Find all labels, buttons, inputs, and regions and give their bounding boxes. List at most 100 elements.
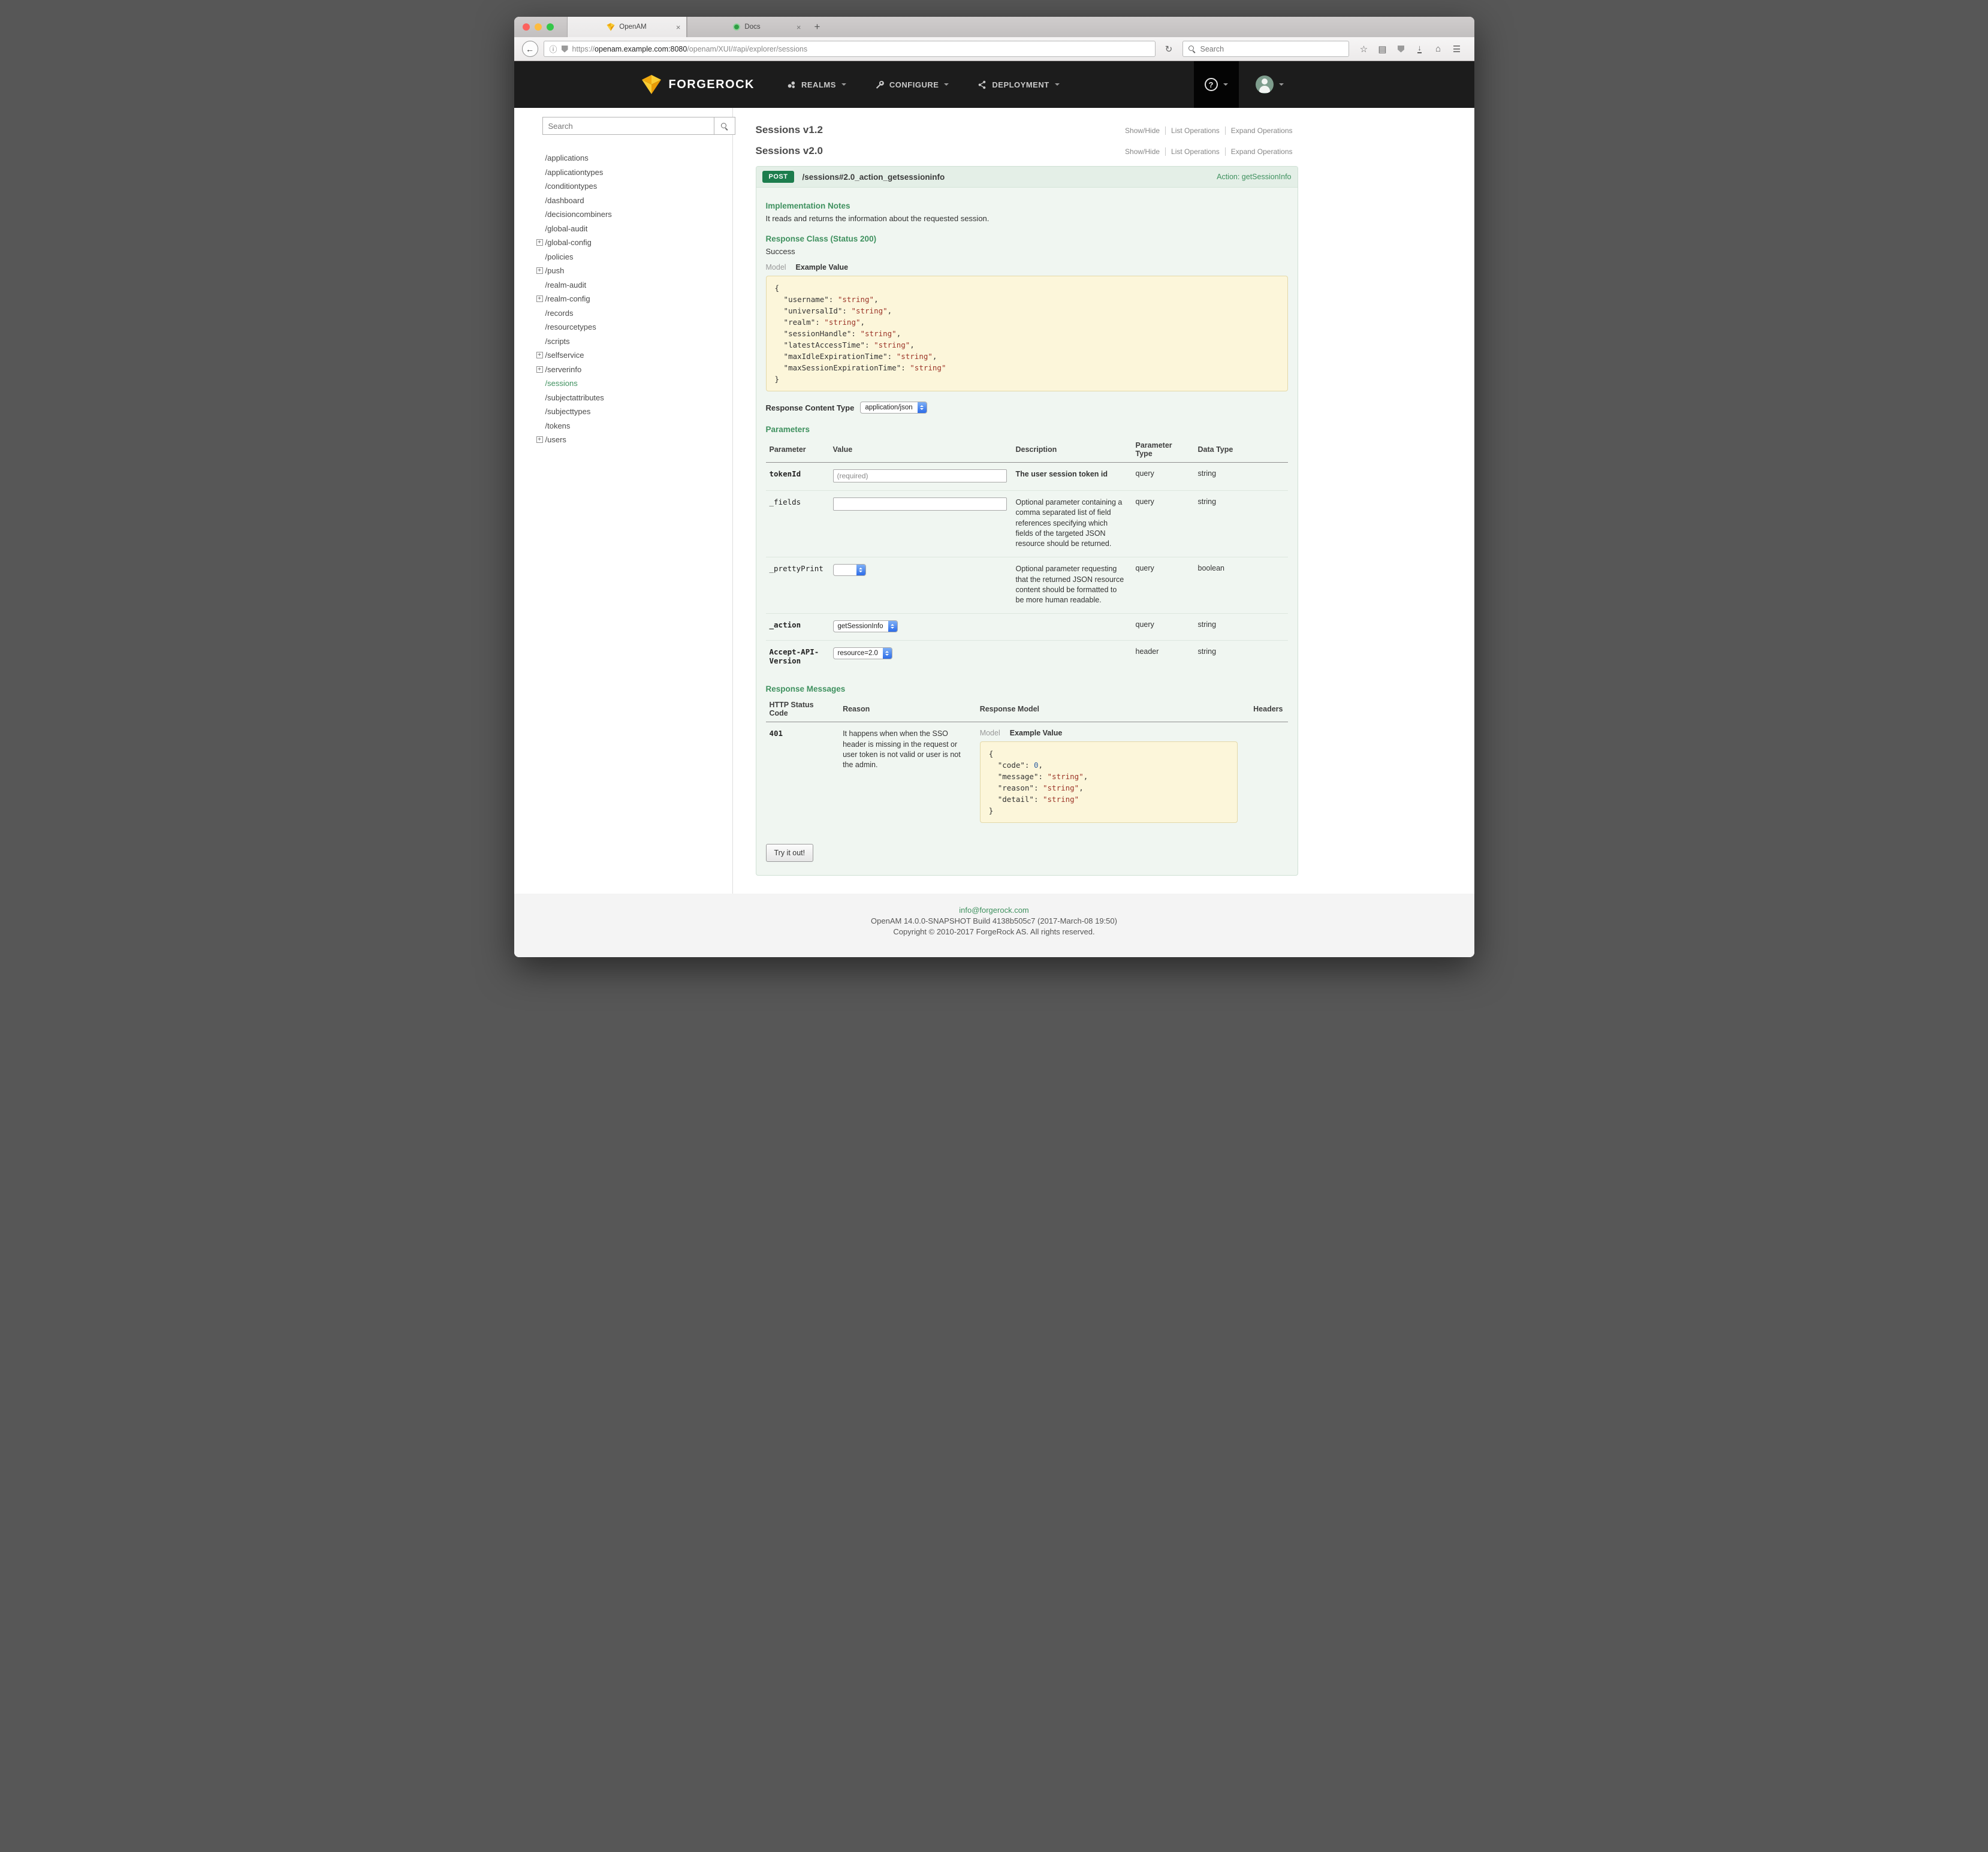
sidebar-item-applications[interactable]: /applications	[514, 151, 732, 165]
response-content-type-select[interactable]: application/json	[860, 402, 927, 414]
sidebar-item-serverinfo[interactable]: +/serverinfo	[514, 363, 732, 377]
code-line: "maxSessionExpirationTime": "string"	[775, 362, 1279, 373]
bookmark-star-icon[interactable]: ☆	[1359, 44, 1369, 55]
select-stepper-icon	[918, 402, 927, 413]
wrench-icon	[875, 80, 884, 89]
chevron-down-icon	[1223, 83, 1228, 86]
contact-email-link[interactable]: info@forgerock.com	[959, 906, 1029, 915]
downloads-icon[interactable]: ↓	[1415, 44, 1425, 53]
tab-docs[interactable]: Docs ×	[687, 17, 807, 37]
nav-configure[interactable]: CONFIGURE	[875, 80, 949, 89]
response-class-body: Success	[766, 247, 1288, 256]
response-messages-title: Response Messages	[766, 684, 1288, 693]
expand-icon[interactable]: +	[536, 267, 543, 274]
expand-icon[interactable]: +	[536, 295, 543, 302]
sidebar-item-users[interactable]: +/users	[514, 433, 732, 447]
tab-example-value[interactable]: Example Value	[1010, 729, 1063, 737]
_prettyPrint-select[interactable]	[833, 564, 866, 576]
expand-icon[interactable]: +	[536, 366, 543, 373]
sidebar-item-label: /global-config	[545, 238, 592, 247]
browser-search-input[interactable]	[1199, 44, 1344, 54]
close-window-button[interactable]	[523, 23, 530, 31]
back-button[interactable]: ←	[522, 41, 538, 57]
library-icon[interactable]: ▤	[1378, 44, 1387, 55]
sidebar-search-button[interactable]	[714, 117, 735, 135]
expand-icon[interactable]: +	[536, 436, 543, 443]
sidebar-item-label: /push	[545, 266, 565, 275]
window-controls	[514, 17, 567, 37]
Accept-API-Version-select[interactable]: resource=2.0	[833, 647, 892, 659]
sidebar-item-records[interactable]: /records	[514, 306, 732, 321]
sidebar-item-selfservice[interactable]: +/selfservice	[514, 348, 732, 363]
sidebar-item-global-config[interactable]: +/global-config	[514, 236, 732, 250]
parameters-header-row: Parameter Value Description Parameter Ty…	[766, 438, 1288, 463]
try-it-out-button[interactable]: Try it out!	[766, 844, 814, 862]
response-model-cell: Model Example Value { "code": 0, "messag…	[976, 722, 1242, 831]
sidebar-item-subjecttypes[interactable]: /subjecttypes	[514, 405, 732, 419]
show-hide-link[interactable]: Show/Hide	[1120, 126, 1165, 135]
reload-icon[interactable]: ↻	[1161, 41, 1177, 57]
expand-operations-link[interactable]: Expand Operations	[1225, 147, 1298, 156]
list-operations-link[interactable]: List Operations	[1165, 147, 1225, 156]
sidebar-item-realm-config[interactable]: +/realm-config	[514, 292, 732, 306]
nav-deployment[interactable]: DEPLOYMENT	[978, 80, 1059, 89]
user-menu-button[interactable]	[1256, 76, 1284, 93]
sidebar-item-decisioncombiners[interactable]: /decisioncombiners	[514, 207, 732, 222]
sidebar-item-resourcetypes[interactable]: /resourcetypes	[514, 320, 732, 334]
list-operations-link[interactable]: List Operations	[1165, 126, 1225, 135]
sidebar-item-subjectattributes[interactable]: /subjectattributes	[514, 391, 732, 405]
sidebar-item-label: /sessions	[545, 379, 578, 388]
sidebar-item-sessions[interactable]: /sessions	[514, 376, 732, 391]
sidebar-item-label: /conditiontypes	[545, 182, 598, 191]
expand-icon[interactable]: +	[536, 352, 543, 358]
url-bar[interactable]: ⓘ https://openam.example.com:8080/openam…	[544, 41, 1156, 57]
minimize-window-button[interactable]	[535, 23, 542, 31]
select-stepper-icon	[883, 648, 892, 659]
code-line: "sessionHandle": "string",	[775, 328, 1279, 339]
sidebar-item-label: /policies	[545, 252, 574, 261]
param-name: Accept-API-Version	[766, 641, 829, 674]
operation-action-link[interactable]: Action: getSessionInfo	[1217, 173, 1291, 181]
code-line: "latestAccessTime": "string",	[775, 339, 1279, 351]
tab-openam[interactable]: OpenAM ×	[567, 17, 687, 37]
forgerock-brand[interactable]: FORGEROCK	[641, 74, 755, 95]
sidebar-item-conditiontypes[interactable]: /conditiontypes	[514, 179, 732, 194]
help-menu-button[interactable]: ?	[1194, 61, 1239, 108]
sidebar-item-push[interactable]: +/push	[514, 264, 732, 278]
expand-icon[interactable]: +	[536, 239, 543, 246]
sidebar-item-scripts[interactable]: /scripts	[514, 334, 732, 349]
close-tab-icon[interactable]: ×	[676, 23, 681, 31]
tokenId-input[interactable]	[833, 469, 1007, 482]
sidebar-item-tokens[interactable]: /tokens	[514, 419, 732, 433]
code-line: {	[775, 282, 1279, 294]
operation-path-link[interactable]: /sessions#2.0_action_getsessioninfo	[802, 173, 945, 182]
_fields-input[interactable]	[833, 497, 1007, 511]
pocket-icon[interactable]	[1396, 46, 1406, 53]
zoom-window-button[interactable]	[547, 23, 554, 31]
_action-select[interactable]: getSessionInfo	[833, 620, 898, 632]
tab-model[interactable]: Model	[766, 263, 786, 272]
error-example-json: { "code": 0, "message": "string", "reaso…	[980, 741, 1238, 823]
close-tab-icon[interactable]: ×	[797, 23, 801, 31]
sidebar-search-input[interactable]	[542, 117, 714, 135]
search-icon	[720, 122, 728, 130]
security-shield-icon[interactable]	[562, 46, 568, 53]
tab-example-value[interactable]: Example Value	[796, 263, 849, 272]
nav-realms[interactable]: REALMS	[787, 80, 846, 89]
sidebar-item-realm-audit[interactable]: /realm-audit	[514, 278, 732, 292]
sidebar-item-applicationtypes[interactable]: /applicationtypes	[514, 165, 732, 180]
sidebar-item-dashboard[interactable]: /dashboard	[514, 194, 732, 208]
browser-search-bar[interactable]	[1182, 41, 1349, 57]
expand-operations-link[interactable]: Expand Operations	[1225, 126, 1298, 135]
tab-model[interactable]: Model	[980, 729, 1000, 737]
sidebar-item-policies[interactable]: /policies	[514, 250, 732, 264]
sidebar-item-global-audit[interactable]: /global-audit	[514, 222, 732, 236]
show-hide-link[interactable]: Show/Hide	[1120, 147, 1165, 156]
param-row-_fields: _fieldsOptional parameter containing a c…	[766, 491, 1288, 557]
sidebar-item-label: /tokens	[545, 421, 571, 430]
home-icon[interactable]: ⌂	[1434, 44, 1443, 54]
param-data-type: string	[1194, 463, 1288, 491]
menu-icon[interactable]: ☰	[1452, 44, 1462, 55]
page-info-icon[interactable]: ⓘ	[550, 43, 557, 55]
new-tab-button[interactable]: +	[807, 17, 828, 37]
